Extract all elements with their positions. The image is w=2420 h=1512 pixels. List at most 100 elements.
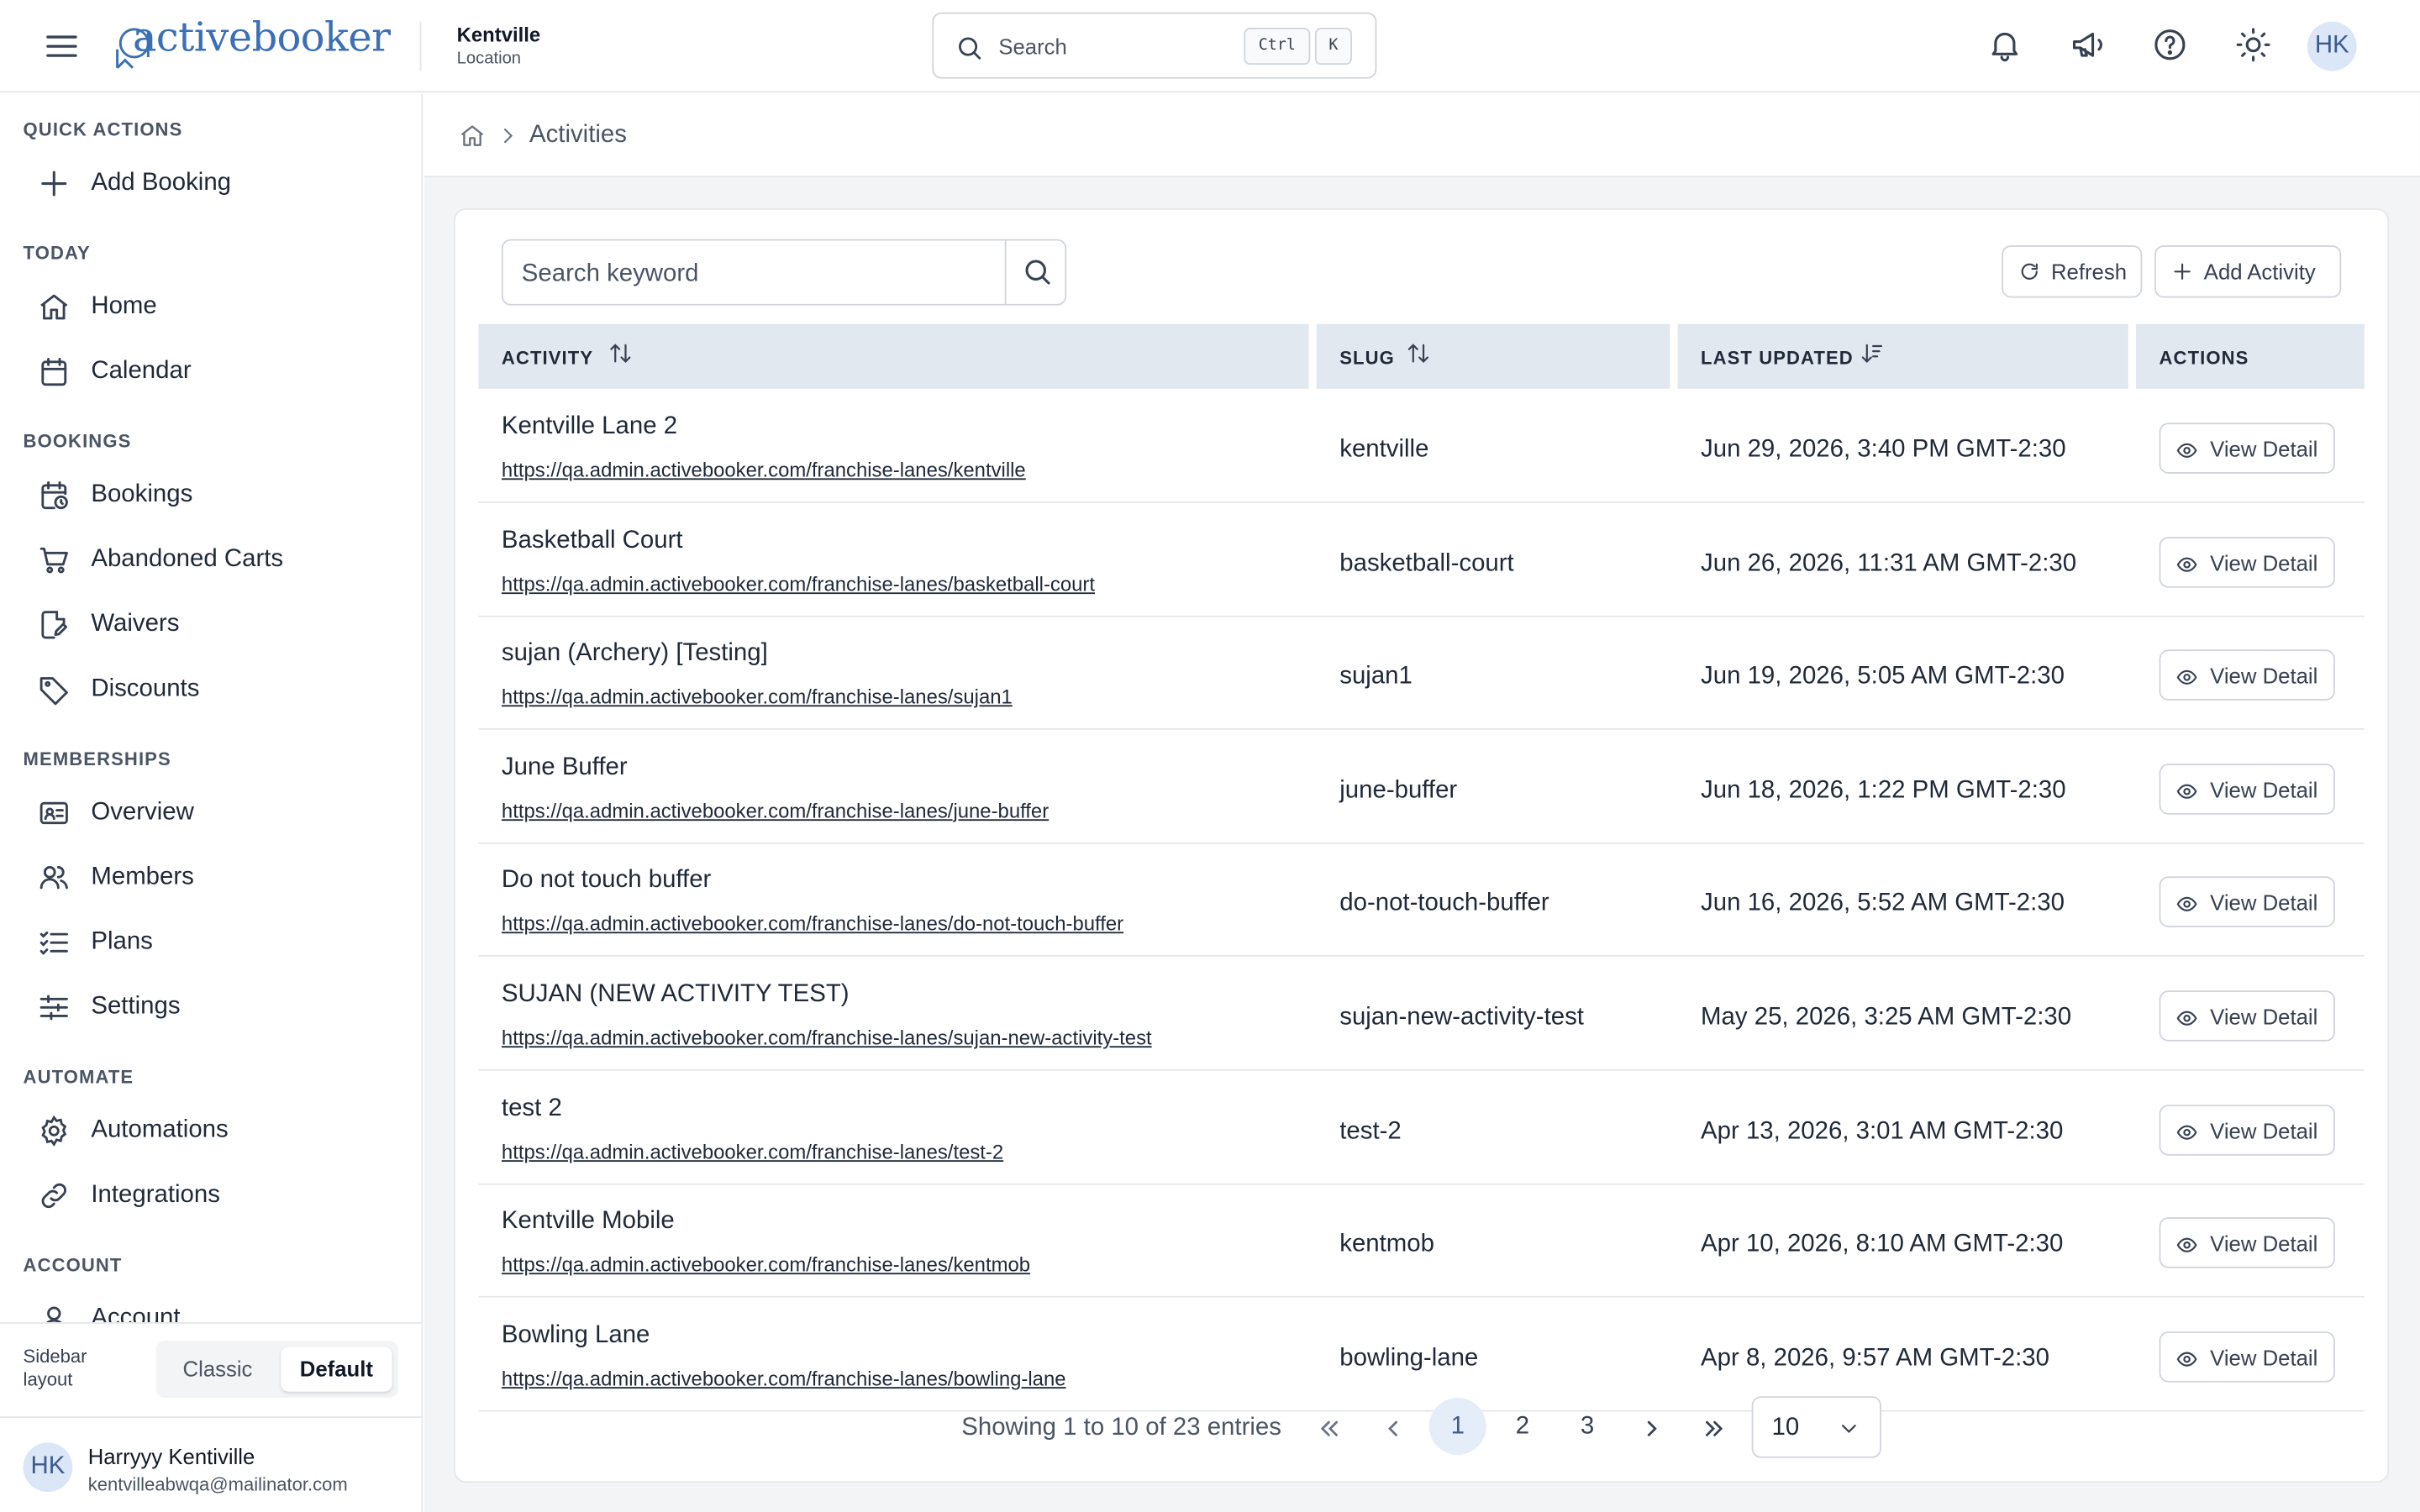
first-page-icon[interactable] <box>1313 1413 1344 1444</box>
page-1-button[interactable]: 1 <box>1428 1398 1486 1456</box>
sliders-icon <box>39 995 68 1021</box>
next-page-icon[interactable] <box>1636 1413 1667 1444</box>
sort-icon[interactable] <box>1406 341 1430 365</box>
global-search[interactable]: Search Ctrl K <box>932 12 1377 79</box>
keyword-search-input[interactable]: Search keyword <box>522 260 699 288</box>
sidebar-item-settings[interactable]: Settings <box>37 986 392 1032</box>
sidebar-item-add-booking[interactable]: Add Booking <box>37 162 392 208</box>
activity-url-link[interactable]: https://qa.admin.activebooker.com/franch… <box>502 912 1123 936</box>
table-row: Basketball Court https://qa.admin.activeb… <box>478 504 2365 617</box>
breadcrumb: Activities <box>424 94 2420 178</box>
location-name[interactable]: Kentville <box>457 24 541 47</box>
activity-last-updated: Apr 13, 2026, 3:01 AM GMT-2:30 <box>1701 1117 2064 1145</box>
table-row: SUJAN (NEW ACTIVITY TEST) https://qa.admi… <box>478 958 2365 1071</box>
column-slug[interactable]: SLUG <box>1316 323 1670 389</box>
layout-option-classic[interactable]: Classic <box>162 1347 273 1391</box>
section-automate: AUTOMATE <box>23 1066 134 1088</box>
sidebar-item-calendar[interactable]: Calendar <box>37 350 392 396</box>
section-account: ACCOUNT <box>23 1254 123 1276</box>
activity-url-link[interactable]: https://qa.admin.activebooker.com/franch… <box>502 458 1026 481</box>
add-activity-button[interactable]: Add Activity <box>2154 245 2342 298</box>
sun-icon[interactable] <box>2235 26 2272 63</box>
sidebar: QUICK ACTIONS Add Booking TODAY Home Cal… <box>0 94 424 1512</box>
activity-name: test 2 <box>501 1095 562 1121</box>
eye-icon <box>2176 897 2197 912</box>
keyword-search-button[interactable] <box>1004 240 1066 304</box>
activity-last-updated: Jun 16, 2026, 5:52 AM GMT-2:30 <box>1701 890 2065 917</box>
shortcut-ctrl-key: Ctrl <box>1244 28 1311 66</box>
activity-slug: sujan-new-activity-test <box>1339 1004 1584 1031</box>
sidebar-item-plans[interactable]: Plans <box>37 921 392 968</box>
user-name[interactable]: Harryyy Kentiville <box>88 1444 255 1468</box>
header-divider <box>419 21 422 71</box>
checklist-icon <box>39 932 68 955</box>
activity-url-link[interactable]: https://qa.admin.activebooker.com/franch… <box>502 1367 1066 1390</box>
page-3-button[interactable]: 3 <box>1559 1398 1616 1455</box>
page-2-button[interactable]: 2 <box>1494 1398 1551 1455</box>
last-page-icon[interactable] <box>1699 1413 1730 1444</box>
view-detail-button[interactable]: View Detail <box>2159 990 2335 1042</box>
sidebar-item-members[interactable]: Members <box>37 856 392 902</box>
sidebar-item-label: Overview <box>91 799 194 826</box>
activity-url-link[interactable]: https://qa.admin.activebooker.com/franch… <box>502 685 1013 709</box>
sidebar-item-automations[interactable]: Automations <box>37 1110 392 1156</box>
sidebar-item-integrations[interactable]: Integrations <box>37 1174 392 1221</box>
view-detail-button[interactable]: View Detail <box>2159 649 2335 701</box>
refresh-button[interactable]: Refresh <box>2002 245 2143 298</box>
bell-icon[interactable] <box>1986 26 2023 63</box>
user-email: kentvilleabwqa@mailinator.com <box>87 1473 348 1495</box>
sort-icon[interactable] <box>608 341 633 365</box>
activity-name: Kentville Mobile <box>501 1208 675 1235</box>
sidebar-item-bookings[interactable]: Bookings <box>37 474 392 520</box>
view-detail-button[interactable]: View Detail <box>2159 1217 2335 1269</box>
activity-url-link[interactable]: https://qa.admin.activebooker.com/franch… <box>502 572 1095 596</box>
help-icon[interactable] <box>2151 26 2188 63</box>
view-detail-button[interactable]: View Detail <box>2159 536 2335 588</box>
gear-icon <box>41 1115 67 1147</box>
activity-slug: kentmob <box>1339 1231 1434 1258</box>
sidebar-item-abandoned-carts[interactable]: Abandoned Carts <box>37 538 392 585</box>
home-icon <box>40 294 68 320</box>
page-size-select[interactable]: 10 <box>1751 1396 1881 1458</box>
megaphone-icon[interactable] <box>2070 26 2107 63</box>
sidebar-item-label: Abandoned Carts <box>91 546 284 573</box>
activity-last-updated: Jun 26, 2026, 11:31 AM GMT-2:30 <box>1701 549 2077 577</box>
view-detail-label: View Detail <box>2210 549 2318 575</box>
user-avatar[interactable]: HK <box>23 1442 73 1493</box>
activity-last-updated: Jun 19, 2026, 5:05 AM GMT-2:30 <box>1701 664 2065 690</box>
section-quick-actions: QUICK ACTIONS <box>23 118 183 141</box>
activity-name: June Buffer <box>501 753 628 780</box>
activity-slug: basketball-court <box>1339 549 1514 577</box>
sidebar-item-label: Integrations <box>91 1181 220 1209</box>
sidebar-layout-label: Sidebar layout <box>23 1345 87 1390</box>
refresh-icon <box>2021 263 2038 280</box>
sidebar-item-label: Bookings <box>91 481 193 508</box>
calendar-clock-icon <box>41 480 68 510</box>
column-last-updated[interactable]: LAST UPDATED <box>1677 323 2128 389</box>
sidebar-item-waivers[interactable]: Waivers <box>37 603 392 649</box>
sidebar-item-overview[interactable]: Overview <box>37 791 392 837</box>
sidebar-item-discounts[interactable]: Discounts <box>37 668 392 714</box>
activity-url-link[interactable]: https://qa.admin.activebooker.com/franch… <box>502 1026 1152 1049</box>
activity-name: Do not touch buffer <box>501 867 712 895</box>
view-detail-button[interactable]: View Detail <box>2159 763 2335 815</box>
logo-text[interactable]: activebooker <box>133 15 391 61</box>
home-icon[interactable] <box>458 122 486 150</box>
sidebar-item-home[interactable]: Home <box>37 286 392 332</box>
activity-url-link[interactable]: https://qa.admin.activebooker.com/franch… <box>502 1140 1003 1163</box>
table-header: ACTIVITY SLUG LAST UPDATED ACTIONS <box>478 323 2365 389</box>
activity-url-link[interactable]: https://qa.admin.activebooker.com/franch… <box>502 799 1049 822</box>
sidebar-item-label: Members <box>91 864 194 890</box>
layout-option-default[interactable]: Default <box>281 1347 392 1392</box>
view-detail-button[interactable]: View Detail <box>2159 1331 2335 1383</box>
sort-descending-icon[interactable] <box>1860 341 1884 365</box>
user-avatar[interactable]: HK <box>2307 21 2357 71</box>
view-detail-button[interactable]: View Detail <box>2159 876 2335 928</box>
view-detail-button[interactable]: View Detail <box>2159 1104 2335 1155</box>
view-detail-button[interactable]: View Detail <box>2159 423 2335 474</box>
column-activity[interactable]: ACTIVITY <box>478 323 1309 389</box>
menu-icon[interactable] <box>43 28 80 65</box>
activity-url-link[interactable]: https://qa.admin.activebooker.com/franch… <box>502 1253 1030 1277</box>
previous-page-icon[interactable] <box>1378 1413 1409 1444</box>
keyword-search[interactable]: Search keyword <box>501 239 1067 306</box>
